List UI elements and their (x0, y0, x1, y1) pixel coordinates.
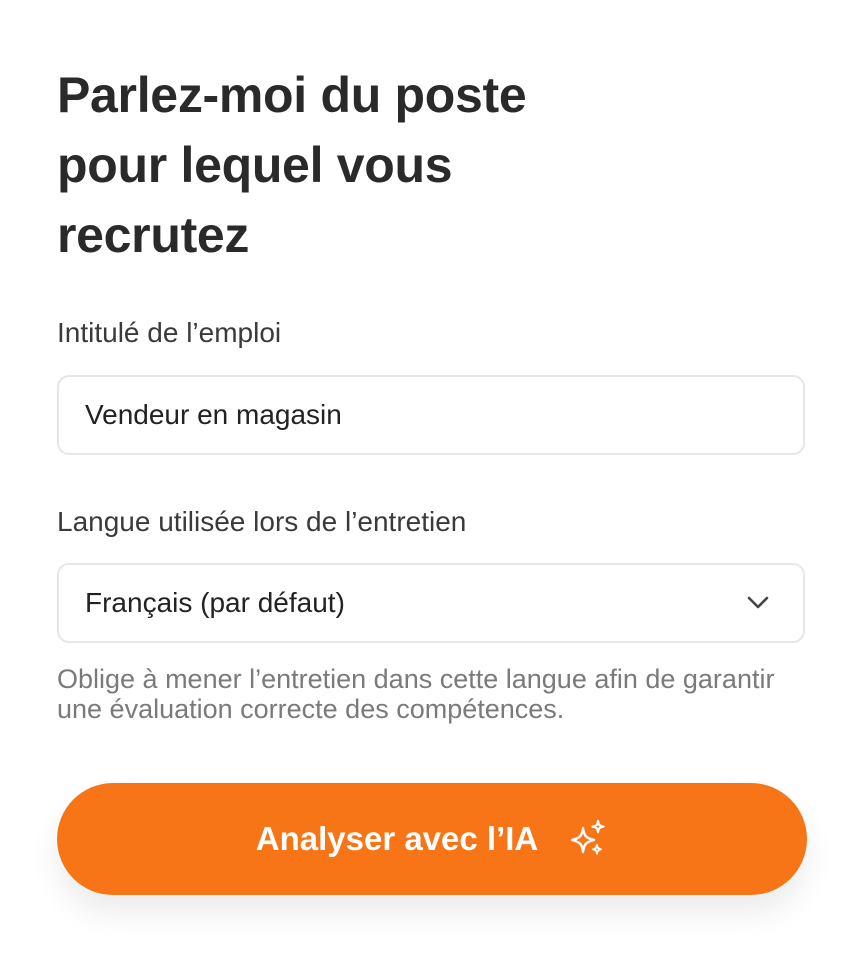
analyze-with-ai-button[interactable]: Analyser avec l’IA (57, 783, 807, 895)
job-title-input[interactable] (85, 399, 777, 431)
language-hint: Oblige à mener l’entretien dans cette la… (57, 664, 775, 724)
language-select[interactable]: Français (par défaut) (57, 563, 805, 643)
chevron-down-icon (745, 590, 771, 616)
page-title: Parlez-moi du poste pour lequel vous rec… (57, 67, 527, 263)
job-title-label: Intitulé de l’emploi (57, 317, 282, 348)
analyze-button-label: Analyser avec l’IA (255, 820, 539, 857)
job-title-field[interactable] (57, 375, 805, 455)
language-selected-value: Français (par défaut) (85, 587, 345, 618)
sparkles-icon (568, 819, 608, 859)
job-form-card: Parlez-moi du poste pour lequel vous rec… (0, 0, 864, 953)
language-label: Langue utilisée lors de l’entretien (57, 506, 467, 537)
